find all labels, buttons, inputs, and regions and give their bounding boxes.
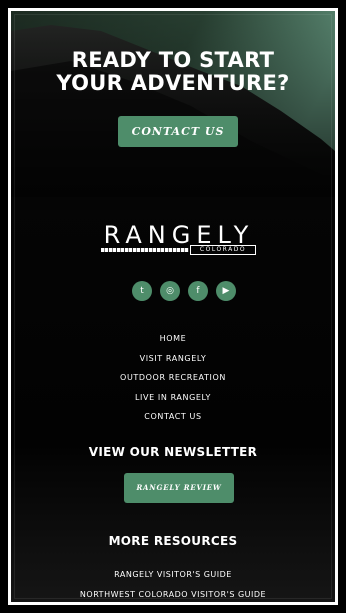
nav-item-home[interactable]: HOME <box>11 329 335 349</box>
site-footer: RANGELY COLORADO t ◎ f ▶ HOME VISIT RANG… <box>11 197 335 603</box>
nav-item-visit-rangely[interactable]: VISIT RANGELY <box>11 349 335 369</box>
logo-subtitle: COLORADO <box>190 245 256 255</box>
resources-heading: MORE RESOURCES <box>108 534 238 548</box>
hero-banner: READY TO START YOUR ADVENTURE? CONTACT U… <box>11 11 335 197</box>
nav-item-outdoor-recreation[interactable]: OUTDOOR RECREATION <box>11 368 335 388</box>
nav-item-live-in-rangely[interactable]: LIVE IN RANGELY <box>11 388 335 408</box>
resources-list: RANGELY VISITOR'S GUIDE NORTHWEST COLORA… <box>11 565 335 603</box>
nav-item-contact-us[interactable]: CONTACT US <box>11 407 335 427</box>
rangely-logo[interactable]: RANGELY COLORADO <box>99 221 259 257</box>
resource-link-rangely-guide[interactable]: RANGELY VISITOR'S GUIDE <box>11 565 335 585</box>
mountain-background <box>11 11 335 197</box>
social-links: t ◎ f ▶ <box>124 281 244 301</box>
instagram-icon[interactable]: ◎ <box>160 281 180 301</box>
twitter-icon[interactable]: t <box>132 281 152 301</box>
footer-nav: HOME VISIT RANGELY OUTDOOR RECREATION LI… <box>11 329 335 427</box>
resource-link-nw-colorado-guide[interactable]: NORTHWEST COLORADO VISITOR'S GUIDE <box>11 585 335 603</box>
newsletter-heading: VIEW OUR NEWSLETTER <box>88 445 258 459</box>
facebook-icon[interactable]: f <box>188 281 208 301</box>
hero-heading-line-1: READY TO START <box>71 48 275 72</box>
hero-heading-line-2: YOUR ADVENTURE? <box>56 71 290 95</box>
page-frame: READY TO START YOUR ADVENTURE? CONTACT U… <box>8 8 338 605</box>
youtube-icon[interactable]: ▶ <box>216 281 236 301</box>
rangely-review-button[interactable]: RANGELY REVIEW <box>124 473 234 503</box>
logo-brush-stroke <box>101 248 189 252</box>
contact-us-button[interactable]: CONTACT US <box>118 116 238 147</box>
hero-heading: READY TO START YOUR ADVENTURE? <box>11 49 335 95</box>
